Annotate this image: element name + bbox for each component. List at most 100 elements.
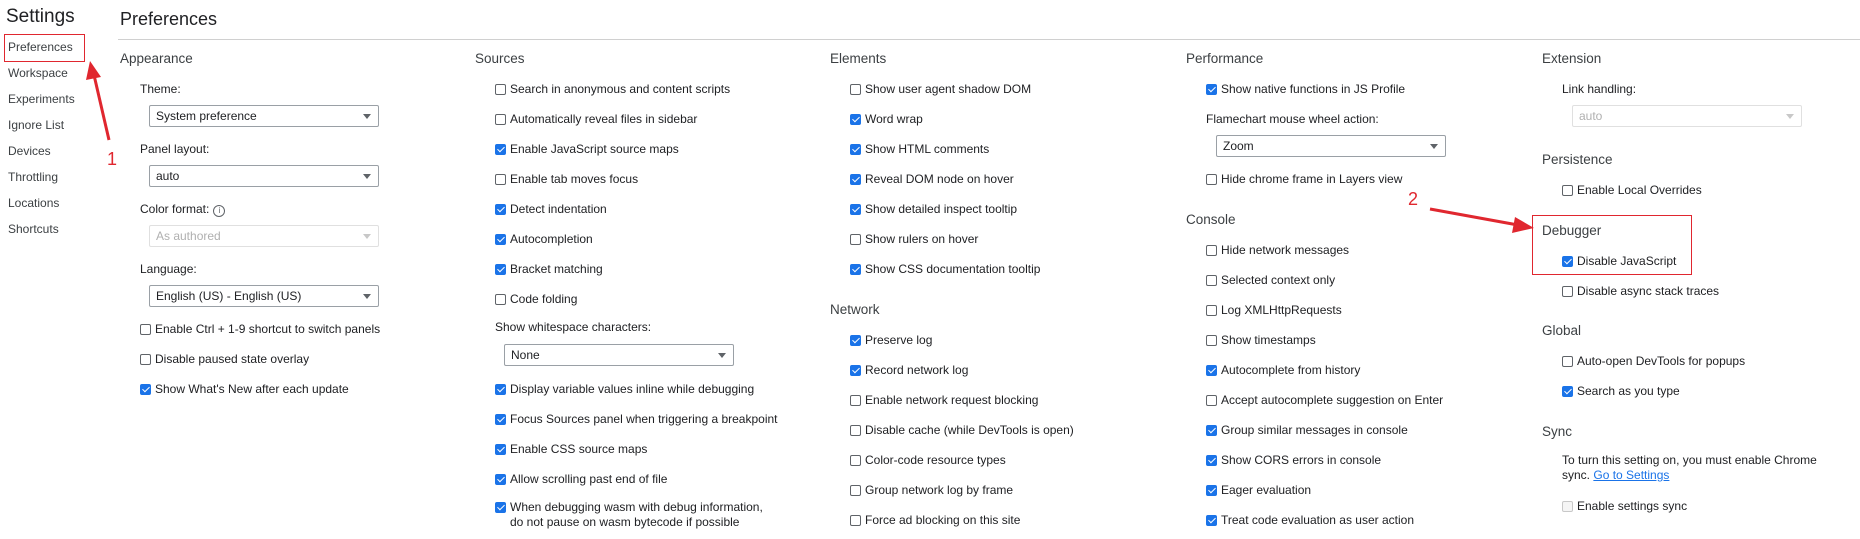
checkbox-group-similar[interactable]: Group similar messages in console: [1206, 422, 1408, 438]
checkbox-box[interactable]: [850, 83, 861, 95]
checkbox-box[interactable]: [495, 143, 506, 155]
checkbox-box[interactable]: [1206, 274, 1217, 286]
checkbox-ctrl-shortcut[interactable]: Enable Ctrl + 1-9 shortcut to switch pan…: [140, 321, 380, 337]
checkbox-cors-errors[interactable]: Show CORS errors in console: [1206, 452, 1381, 468]
checkbox-local-overrides[interactable]: Enable Local Overrides: [1562, 182, 1702, 198]
checkbox-box[interactable]: [850, 514, 861, 526]
checkbox-box[interactable]: [850, 484, 861, 496]
checkbox-box[interactable]: [1206, 424, 1217, 436]
checkbox-box[interactable]: [1562, 285, 1573, 297]
checkbox-hide-chrome-frame[interactable]: Hide chrome frame in Layers view: [1206, 171, 1402, 187]
checkbox-preserve-log[interactable]: Preserve log: [850, 332, 932, 348]
checkbox-box[interactable]: [495, 113, 506, 125]
checkbox-box[interactable]: [850, 113, 861, 125]
checkbox-disable-cache[interactable]: Disable cache (while DevTools is open): [850, 422, 1074, 438]
checkbox-box[interactable]: [1206, 334, 1217, 346]
checkbox-reveal-dom[interactable]: Reveal DOM node on hover: [850, 171, 1014, 187]
checkbox-auto-reveal[interactable]: Automatically reveal files in sidebar: [495, 111, 697, 127]
checkbox-box[interactable]: [495, 233, 506, 245]
checkbox-box[interactable]: [850, 364, 861, 376]
sidebar-item-experiments[interactable]: Experiments: [8, 92, 75, 106]
panel-layout-select[interactable]: auto: [149, 165, 379, 187]
checkbox-box[interactable]: [1206, 454, 1217, 466]
checkbox-wasm-debug[interactable]: When debugging wasm with debug informati…: [495, 500, 775, 530]
checkbox-disable-paused-overlay[interactable]: Disable paused state overlay: [140, 351, 309, 367]
checkbox-box[interactable]: [850, 454, 861, 466]
checkbox-box[interactable]: [495, 473, 506, 485]
checkbox-box[interactable]: [850, 143, 861, 155]
checkbox-focus-sources[interactable]: Focus Sources panel when triggering a br…: [495, 411, 778, 427]
checkbox-accept-on-enter[interactable]: Accept autocomplete suggestion on Enter: [1206, 392, 1443, 408]
checkbox-box[interactable]: [495, 293, 506, 305]
checkbox-user-action[interactable]: Treat code evaluation as user action: [1206, 512, 1414, 528]
checkbox-box[interactable]: [1206, 244, 1217, 256]
checkbox-eager-evaluation[interactable]: Eager evaluation: [1206, 482, 1311, 498]
language-select[interactable]: English (US) - English (US): [149, 285, 379, 307]
checkbox-log-xhr[interactable]: Log XMLHttpRequests: [1206, 302, 1342, 318]
checkbox-disable-async-stack[interactable]: Disable async stack traces: [1562, 283, 1719, 299]
checkbox-box[interactable]: [1206, 173, 1217, 185]
checkbox-box[interactable]: [495, 413, 506, 425]
sidebar-item-locations[interactable]: Locations: [8, 196, 59, 210]
checkbox-inspect-tooltip[interactable]: Show detailed inspect tooltip: [850, 201, 1017, 217]
checkbox-box[interactable]: [850, 233, 861, 245]
sidebar-item-shortcuts[interactable]: Shortcuts: [8, 222, 59, 236]
checkbox-box[interactable]: [140, 353, 151, 365]
checkbox-box[interactable]: [850, 424, 861, 436]
checkbox-box[interactable]: [1562, 184, 1573, 196]
checkbox-tab-moves-focus[interactable]: Enable tab moves focus: [495, 171, 638, 187]
go-to-settings-link[interactable]: Go to Settings: [1593, 468, 1669, 482]
checkbox-box[interactable]: [495, 502, 506, 513]
checkbox-box[interactable]: [495, 173, 506, 185]
checkbox-auto-open-devtools[interactable]: Auto-open DevTools for popups: [1562, 353, 1745, 369]
checkbox-show-whats-new[interactable]: Show What's New after each update: [140, 381, 349, 397]
checkbox-box[interactable]: [1206, 394, 1217, 406]
checkbox-autocomplete-history[interactable]: Autocomplete from history: [1206, 362, 1360, 378]
checkbox-group-by-frame[interactable]: Group network log by frame: [850, 482, 1013, 498]
sidebar-item-devices[interactable]: Devices: [8, 144, 51, 158]
checkbox-box[interactable]: [850, 173, 861, 185]
info-icon[interactable]: i: [213, 205, 226, 217]
checkbox-box[interactable]: [1206, 304, 1217, 316]
checkbox-css-source-maps[interactable]: Enable CSS source maps: [495, 441, 647, 457]
checkbox-selected-context[interactable]: Selected context only: [1206, 272, 1335, 288]
checkbox-box[interactable]: [495, 263, 506, 275]
checkbox-inline-values[interactable]: Display variable values inline while deb…: [495, 381, 754, 397]
checkbox-box[interactable]: [850, 203, 861, 215]
checkbox-native-functions[interactable]: Show native functions in JS Profile: [1206, 81, 1405, 97]
checkbox-request-blocking[interactable]: Enable network request blocking: [850, 392, 1038, 408]
checkbox-box[interactable]: [495, 83, 506, 95]
sidebar-item-preferences[interactable]: Preferences: [8, 40, 73, 54]
checkbox-search-anonymous[interactable]: Search in anonymous and content scripts: [495, 81, 730, 97]
checkbox-box[interactable]: [1562, 355, 1573, 367]
checkbox-shadow-dom[interactable]: Show user agent shadow DOM: [850, 81, 1031, 97]
checkbox-disable-javascript[interactable]: Disable JavaScript: [1562, 253, 1676, 269]
checkbox-search-as-you-type[interactable]: Search as you type: [1562, 383, 1680, 399]
checkbox-hide-network-messages[interactable]: Hide network messages: [1206, 242, 1349, 258]
checkbox-box[interactable]: [1562, 255, 1573, 267]
checkbox-css-doc-tooltip[interactable]: Show CSS documentation tooltip: [850, 261, 1040, 277]
checkbox-box[interactable]: [140, 323, 151, 335]
checkbox-box[interactable]: [495, 443, 506, 455]
checkbox-word-wrap[interactable]: Word wrap: [850, 111, 923, 127]
checkbox-show-timestamps[interactable]: Show timestamps: [1206, 332, 1316, 348]
checkbox-scroll-past-end[interactable]: Allow scrolling past end of file: [495, 471, 667, 487]
checkbox-force-ad-blocking[interactable]: Force ad blocking on this site: [850, 512, 1020, 528]
checkbox-box[interactable]: [495, 383, 506, 395]
checkbox-bracket-matching[interactable]: Bracket matching: [495, 261, 603, 277]
whitespace-select[interactable]: None: [504, 344, 734, 366]
checkbox-code-folding[interactable]: Code folding: [495, 291, 577, 307]
sidebar-item-ignore-list[interactable]: Ignore List: [8, 118, 64, 132]
checkbox-box[interactable]: [140, 383, 151, 395]
checkbox-box[interactable]: [1206, 514, 1217, 526]
checkbox-box[interactable]: [1206, 83, 1217, 95]
checkbox-box[interactable]: [850, 394, 861, 406]
checkbox-rulers-hover[interactable]: Show rulers on hover: [850, 231, 978, 247]
checkbox-box[interactable]: [1562, 385, 1573, 397]
theme-select[interactable]: System preference: [149, 105, 379, 127]
flamechart-select[interactable]: Zoom: [1216, 135, 1446, 157]
checkbox-box[interactable]: [850, 263, 861, 275]
checkbox-html-comments[interactable]: Show HTML comments: [850, 141, 989, 157]
checkbox-detect-indentation[interactable]: Detect indentation: [495, 201, 607, 217]
checkbox-js-source-maps[interactable]: Enable JavaScript source maps: [495, 141, 679, 157]
